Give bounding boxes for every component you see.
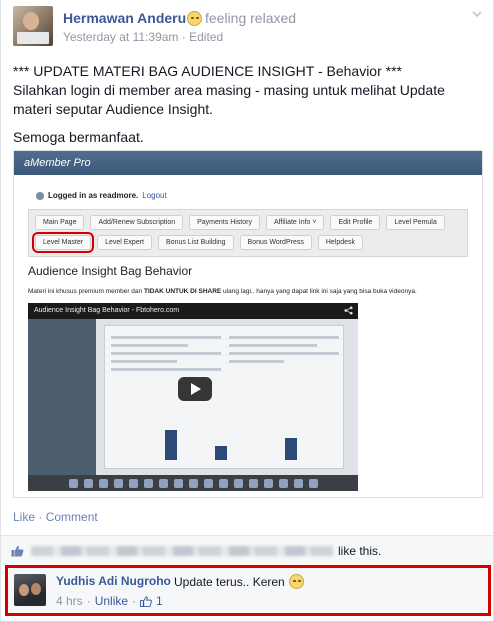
- feeling-status: feeling relaxed: [187, 10, 296, 26]
- nav-button-edit-profile: Edit Profile: [330, 215, 381, 230]
- post-body: *** UPDATE MATERI BAG AUDIENCE INSIGHT -…: [13, 62, 483, 147]
- comment-item: Yudhis Adi Nugroho Update terus.. Keren …: [5, 565, 491, 616]
- post-card: Hermawan Anderu feeling relaxed Yesterda…: [0, 0, 494, 621]
- comment-like-icon[interactable]: [140, 595, 152, 607]
- redacted-names: [31, 546, 333, 556]
- post-line-2: Silahkan login di member area masing - m…: [13, 82, 445, 117]
- nav-button-level-expert: Level Expert: [97, 235, 152, 250]
- smile-emoji-icon: [288, 574, 304, 589]
- user-icon: [36, 191, 44, 200]
- post-line-1: *** UPDATE MATERI BAG AUDIENCE INSIGHT -…: [13, 63, 402, 79]
- video-title: Audience Insight Bag Behavior - Fbtohero…: [28, 303, 358, 319]
- nav-row-2: Level Master Level Expert Bonus List Build…: [31, 232, 364, 253]
- nav-button-bonus-wordpress: Bonus WordPress: [239, 235, 312, 250]
- nav-button-level-pemula: Level Pemula: [386, 215, 445, 230]
- action-separator: ·: [35, 510, 46, 524]
- comment-like-count[interactable]: 1: [156, 594, 163, 608]
- embedded-heading: Audience Insight Bag Behavior: [28, 264, 193, 278]
- thumbs-up-icon: [11, 545, 24, 557]
- relaxed-emoji-icon: [187, 10, 202, 26]
- comment-text-wrap: Update terus.. Keren: [174, 574, 304, 589]
- embedded-screenshot[interactable]: aMember Pro Logged in as readmore. Logou…: [13, 150, 483, 498]
- desc-post: ulang lagi.. hanya yang dapat link ini s…: [221, 288, 417, 295]
- video-frame: [28, 319, 358, 475]
- share-icon: [344, 306, 353, 315]
- embedded-description: Materi ini khusus premium member dan TID…: [28, 288, 478, 295]
- chevron-down-icon[interactable]: [471, 8, 483, 20]
- comment-link[interactable]: Comment: [46, 510, 98, 524]
- nav-button-affiliate-info: Affiliate Info ˅: [265, 215, 325, 230]
- comment-time[interactable]: 4 hrs: [56, 594, 83, 608]
- commenter-avatar[interactable]: [14, 574, 46, 606]
- nav-button-add-renew-subscription: Add/Renew Subscription: [90, 215, 184, 230]
- post-line-3: Semoga bermanfaat.: [13, 129, 144, 145]
- play-icon: [178, 377, 212, 401]
- post-actions: Like · Comment: [13, 510, 98, 524]
- comment-meta: 4 hrs · Unlike · 1: [56, 594, 163, 608]
- nav-button-payments-history: Payments History: [189, 215, 260, 230]
- meta-separator: ·: [178, 30, 190, 44]
- desc-bold: TIDAK UNTUK DI SHARE: [143, 288, 222, 295]
- post-timestamp[interactable]: Yesterday at 11:39am: [63, 30, 178, 44]
- unlike-link[interactable]: Unlike: [95, 594, 128, 608]
- member-nav: Main Page Add/Renew Subscription Payments …: [28, 209, 468, 257]
- nav-button-bonus-list-building: Bonus List Building: [158, 235, 234, 250]
- logged-in-text: Logged in as readmore.: [48, 191, 139, 200]
- comment-text: Update terus.. Keren: [174, 574, 285, 589]
- nav-row-1: Main Page Add/Renew Subscription Payments …: [35, 215, 445, 230]
- feeling-text: feeling relaxed: [205, 10, 297, 26]
- amember-header: aMember Pro: [14, 151, 482, 175]
- nav-button-main-page: Main Page: [35, 215, 85, 230]
- post-meta: Yesterday at 11:39am · Edited: [63, 30, 223, 44]
- video-dock: [28, 475, 358, 491]
- likes-suffix: like this.: [338, 544, 382, 558]
- desc-pre: Materi ini khusus premium member dan: [28, 288, 144, 295]
- post-author-name[interactable]: Hermawan Anderu: [63, 10, 186, 26]
- nav-button-level-master: Level Master: [31, 232, 95, 253]
- likes-bar: like this.: [1, 535, 493, 565]
- video-player: Audience Insight Bag Behavior - Fbtohero…: [28, 303, 358, 491]
- nav-button-helpdesk: Helpdesk: [317, 235, 364, 250]
- like-link[interactable]: Like: [13, 510, 35, 524]
- comment-meta-separator-2: ·: [132, 594, 137, 608]
- logout-link: Logout: [142, 191, 167, 200]
- edited-label[interactable]: Edited: [189, 30, 223, 44]
- author-avatar[interactable]: [13, 6, 53, 46]
- comment-meta-separator: ·: [86, 594, 91, 608]
- commenter-name[interactable]: Yudhis Adi Nugroho: [56, 574, 171, 588]
- login-status: Logged in as readmore. Logout: [36, 191, 167, 200]
